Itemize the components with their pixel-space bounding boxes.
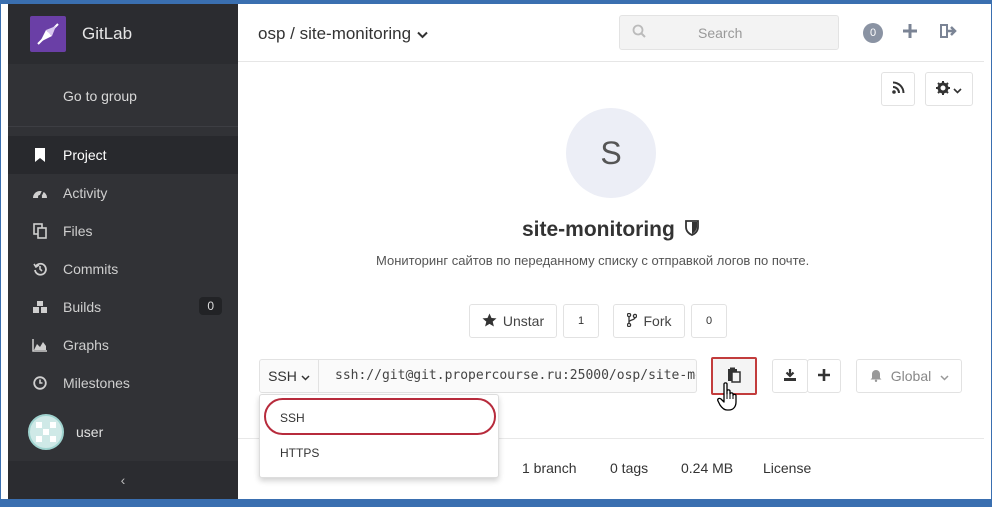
gear-icon [936, 80, 950, 98]
rss-icon [891, 81, 905, 97]
user-name[interactable]: user [76, 424, 103, 440]
bell-icon [869, 368, 883, 385]
sidebar-divider [8, 126, 238, 127]
go-to-group-link[interactable]: Go to group [63, 88, 137, 104]
star-icon [482, 313, 497, 330]
star-count[interactable]: 1 [563, 304, 599, 338]
fork-label: Fork [643, 313, 672, 329]
plus-icon[interactable] [902, 23, 918, 42]
files-icon [32, 223, 48, 239]
search-input[interactable]: Search [619, 15, 839, 50]
sidebar-item-files[interactable]: Files [8, 212, 238, 250]
sidebar-item-label: Commits [63, 261, 119, 277]
sidebar: GitLab Go to group Project Activity File… [8, 4, 238, 499]
app-title[interactable]: GitLab [82, 24, 132, 44]
project-description: Мониторинг сайтов по переданному списку … [376, 253, 810, 268]
search-placeholder: Search [698, 24, 743, 41]
dashboard-icon [32, 185, 48, 201]
sidebar-item-commits[interactable]: Commits [8, 250, 238, 288]
shield-icon [684, 218, 699, 242]
unstar-label: Unstar [502, 313, 545, 329]
sidebar-item-label: Builds [63, 299, 102, 315]
user-menu[interactable]: user [28, 414, 103, 450]
bookmark-icon [32, 147, 48, 163]
fork-button[interactable]: Fork [613, 304, 685, 338]
builds-count-badge: 0 [199, 297, 222, 315]
history-icon [32, 261, 48, 277]
project-avatar: S [566, 108, 656, 198]
notification-level-value: Global [890, 368, 932, 384]
chevron-down-icon [953, 81, 962, 97]
clone-url-group: SSH ssh://git@git.propercourse.ru:25000/… [259, 359, 697, 393]
notification-level-dropdown[interactable]: Global [856, 359, 962, 393]
clone-protocol-dropdown[interactable]: SSH [259, 359, 319, 393]
plus-icon [818, 368, 830, 384]
project-name: site-monitoring [522, 218, 675, 241]
sidebar-item-milestones[interactable]: Milestones [8, 364, 238, 402]
sidebar-item-builds[interactable]: Builds 0 [8, 288, 238, 326]
breadcrumb[interactable]: osp / site-monitoring [258, 24, 428, 44]
sidebar-item-label: Graphs [63, 337, 109, 353]
sidebar-item-label: Activity [63, 185, 108, 201]
sign-out-icon[interactable] [940, 23, 958, 42]
code-fork-icon [626, 312, 637, 330]
download-icon [783, 368, 797, 385]
branches-link[interactable]: 1 branch [522, 460, 576, 476]
header: osp / site-monitoring Search 0 [238, 4, 984, 62]
menu-item-ssh[interactable]: SSH [280, 411, 305, 425]
clone-url-input[interactable]: ssh://git@git.propercourse.ru:25000/osp/… [319, 359, 697, 393]
project-title: site-monitoring [522, 218, 699, 242]
fork-count[interactable]: 0 [691, 304, 727, 338]
download-button[interactable] [772, 359, 808, 393]
area-chart-icon [32, 337, 48, 353]
rss-button[interactable] [881, 72, 915, 106]
chevron-down-icon [940, 368, 949, 384]
repository-size: 0.24 MB [681, 460, 734, 476]
search-icon [632, 24, 646, 41]
todos-count-badge[interactable]: 0 [863, 23, 883, 43]
clone-protocol-value: SSH [268, 368, 297, 384]
gitlab-logo-icon[interactable] [30, 16, 66, 52]
project-settings-button[interactable] [925, 72, 973, 106]
sidebar-nav: Project Activity Files Commits Builds 0 … [8, 136, 238, 402]
sidebar-item-graphs[interactable]: Graphs [8, 326, 238, 364]
sidebar-item-project[interactable]: Project [8, 136, 238, 174]
sidebar-item-label: Files [63, 223, 93, 239]
tags-link[interactable]: 0 tags [610, 460, 648, 476]
sidebar-item-label: Project [63, 147, 107, 163]
collapse-sidebar-button[interactable]: ‹ [8, 461, 238, 499]
license-link[interactable]: License [763, 460, 811, 476]
sidebar-item-label: Milestones [63, 375, 130, 391]
chevron-down-icon[interactable] [417, 24, 428, 44]
unstar-button[interactable]: Unstar [469, 304, 557, 338]
chevron-down-icon [301, 368, 310, 384]
avatar[interactable] [28, 414, 64, 450]
menu-item-https[interactable]: HTTPS [280, 446, 319, 460]
sidebar-header: GitLab [8, 4, 238, 64]
page-title[interactable]: osp / site-monitoring [258, 24, 411, 44]
cubes-icon [32, 299, 48, 315]
clone-protocol-menu: SSH HTTPS [259, 394, 499, 478]
hand-cursor-icon [717, 382, 739, 415]
clock-icon [32, 375, 48, 391]
add-new-button[interactable] [807, 359, 841, 393]
sidebar-item-activity[interactable]: Activity [8, 174, 238, 212]
chevron-left-icon: ‹ [120, 472, 126, 488]
